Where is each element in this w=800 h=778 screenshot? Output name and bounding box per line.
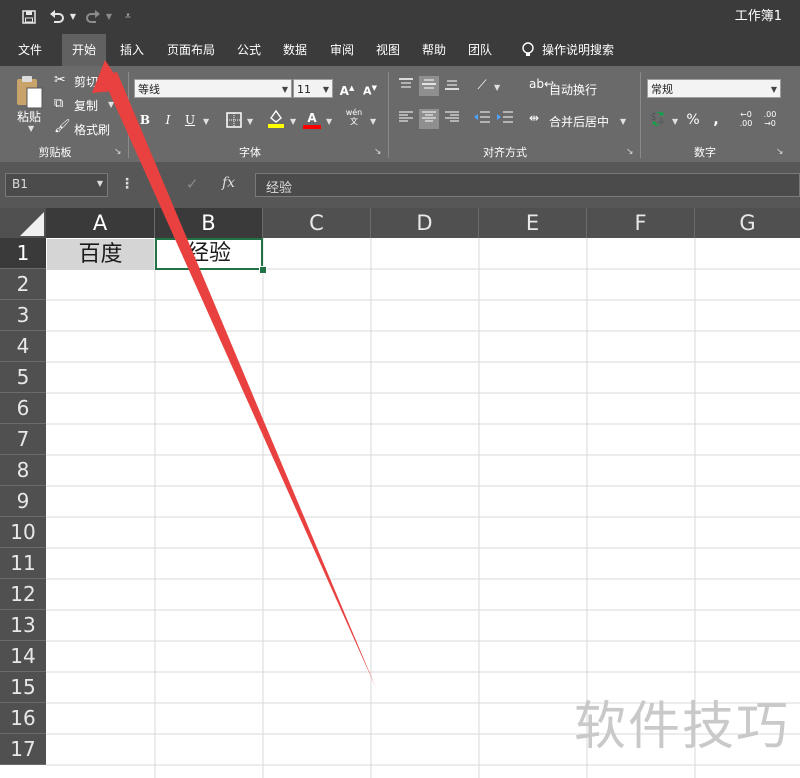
watermark: 软件技巧 [573, 697, 790, 757]
arrow-head [92, 60, 125, 93]
annotation-arrow [92, 60, 376, 688]
arrow-shaft [102, 72, 376, 688]
